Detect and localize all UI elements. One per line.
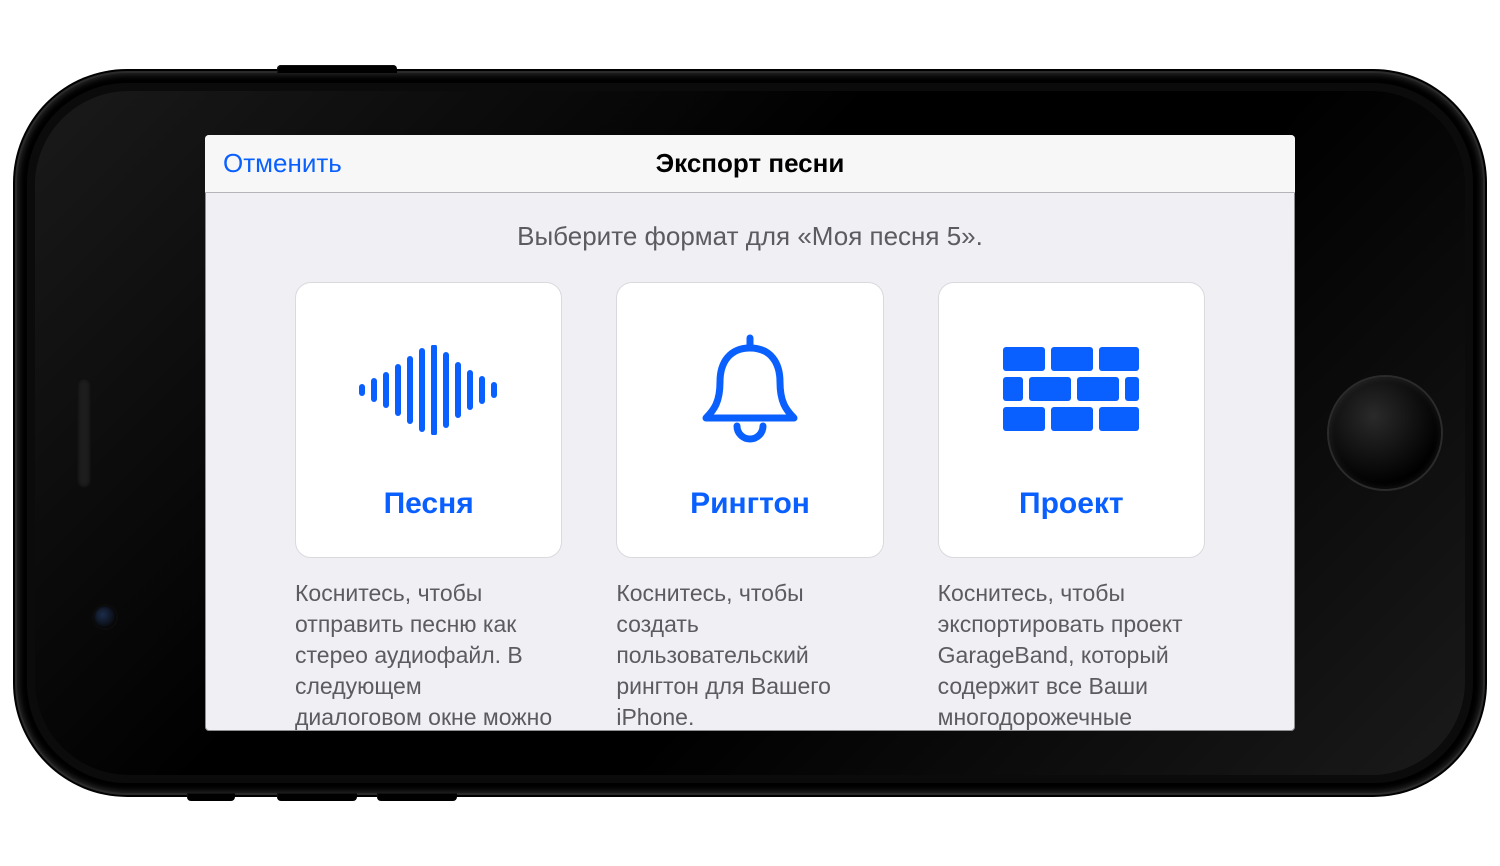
waveform-icon [306, 311, 551, 469]
option-song-column: Песня Коснитесь, чтобы отправить песню к… [295, 282, 562, 731]
screen: Отменить Экспорт песни Выберите формат д… [205, 135, 1295, 731]
volume-up-btn[interactable] [277, 793, 357, 801]
option-song-desc: Коснитесь, чтобы отправить песню как сте… [295, 578, 562, 731]
volume-down-btn[interactable] [377, 793, 457, 801]
option-project-desc: Коснитесь, чтобы экспортировать проект G… [938, 578, 1205, 731]
front-camera [94, 606, 116, 628]
option-ringtone-card[interactable]: Рингтон [616, 282, 883, 558]
option-ringtone-column: Рингтон Коснитесь, чтобы создать пользов… [616, 282, 883, 731]
option-project-label: Проект [1019, 487, 1124, 521]
option-project-card[interactable]: Проект [938, 282, 1205, 558]
nav-bar: Отменить Экспорт песни [205, 135, 1295, 193]
speaker-grille [77, 378, 91, 488]
option-project-column: Проект Коснитесь, чтобы экспортировать п… [938, 282, 1205, 731]
iphone-frame: Отменить Экспорт песни Выберите формат д… [17, 73, 1483, 793]
home-button[interactable] [1329, 377, 1441, 489]
option-ringtone-label: Рингтон [690, 487, 810, 521]
content-area: Выберите формат для «Моя песня 5». [205, 221, 1295, 731]
format-prompt: Выберите формат для «Моя песня 5». [295, 221, 1205, 252]
option-ringtone-desc: Коснитесь, чтобы создать пользовательски… [616, 578, 883, 731]
export-options: Песня Коснитесь, чтобы отправить песню к… [295, 282, 1205, 731]
power-button[interactable] [277, 65, 397, 73]
bricks-icon [949, 311, 1194, 469]
option-song-label: Песня [384, 487, 474, 521]
mute-switch[interactable] [187, 793, 235, 801]
bell-icon [627, 311, 872, 469]
nav-title: Экспорт песни [656, 148, 845, 179]
option-song-card[interactable]: Песня [295, 282, 562, 558]
cancel-button[interactable]: Отменить [223, 148, 342, 179]
